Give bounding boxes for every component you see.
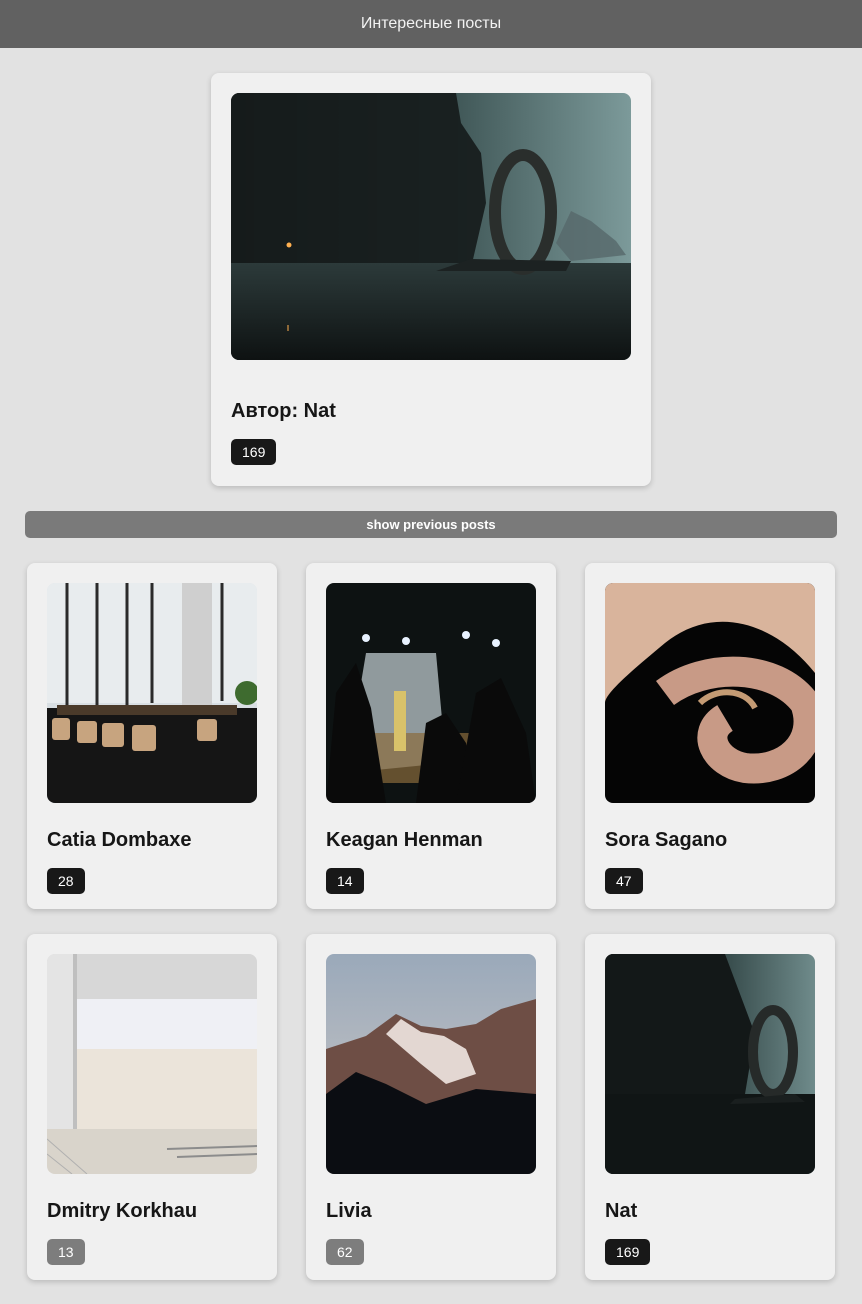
page-header: Интересные посты [0,0,862,48]
post-author-name: Catia Dombaxe [47,829,192,851]
featured-post-author: Автор: Nat [231,400,336,422]
post-card[interactable]: Sora Sagano 47 [585,563,835,909]
post-card[interactable]: Livia 62 [306,934,556,1280]
bar-interior-image[interactable] [47,583,257,803]
post-count-badge: 62 [326,1239,364,1265]
post-count-badge: 14 [326,868,364,894]
post-card[interactable]: Dmitry Korkhau 13 [27,934,277,1280]
flamingo-image[interactable] [605,583,815,803]
post-author-name: Dmitry Korkhau [47,1200,198,1222]
featured-post-card[interactable]: Автор: Nat 169 [211,73,651,486]
featured-post-image[interactable] [231,93,631,360]
post-author-name: Sora Sagano [605,829,728,851]
post-author-name: Nat [605,1200,638,1222]
mountain-image[interactable] [326,954,536,1174]
concert-image[interactable] [326,583,536,803]
post-card[interactable]: Keagan Henman 14 [306,563,556,909]
post-count-badge: 28 [47,868,85,894]
post-count-badge: 13 [47,1239,85,1265]
post-author-name: Livia [326,1200,372,1222]
show-previous-posts-button[interactable]: show previous posts [25,511,837,538]
post-card[interactable]: Catia Dombaxe 28 [27,563,277,909]
featured-post-count-badge: 169 [231,439,277,465]
garage-door-image[interactable] [47,954,257,1174]
portal-sea-image[interactable] [605,954,815,1174]
post-count-badge: 47 [605,868,643,894]
post-author-name: Keagan Henman [326,829,483,851]
page-title: Интересные посты [360,15,502,32]
post-card[interactable]: Nat 169 [585,934,835,1280]
post-count-badge: 169 [605,1239,651,1265]
